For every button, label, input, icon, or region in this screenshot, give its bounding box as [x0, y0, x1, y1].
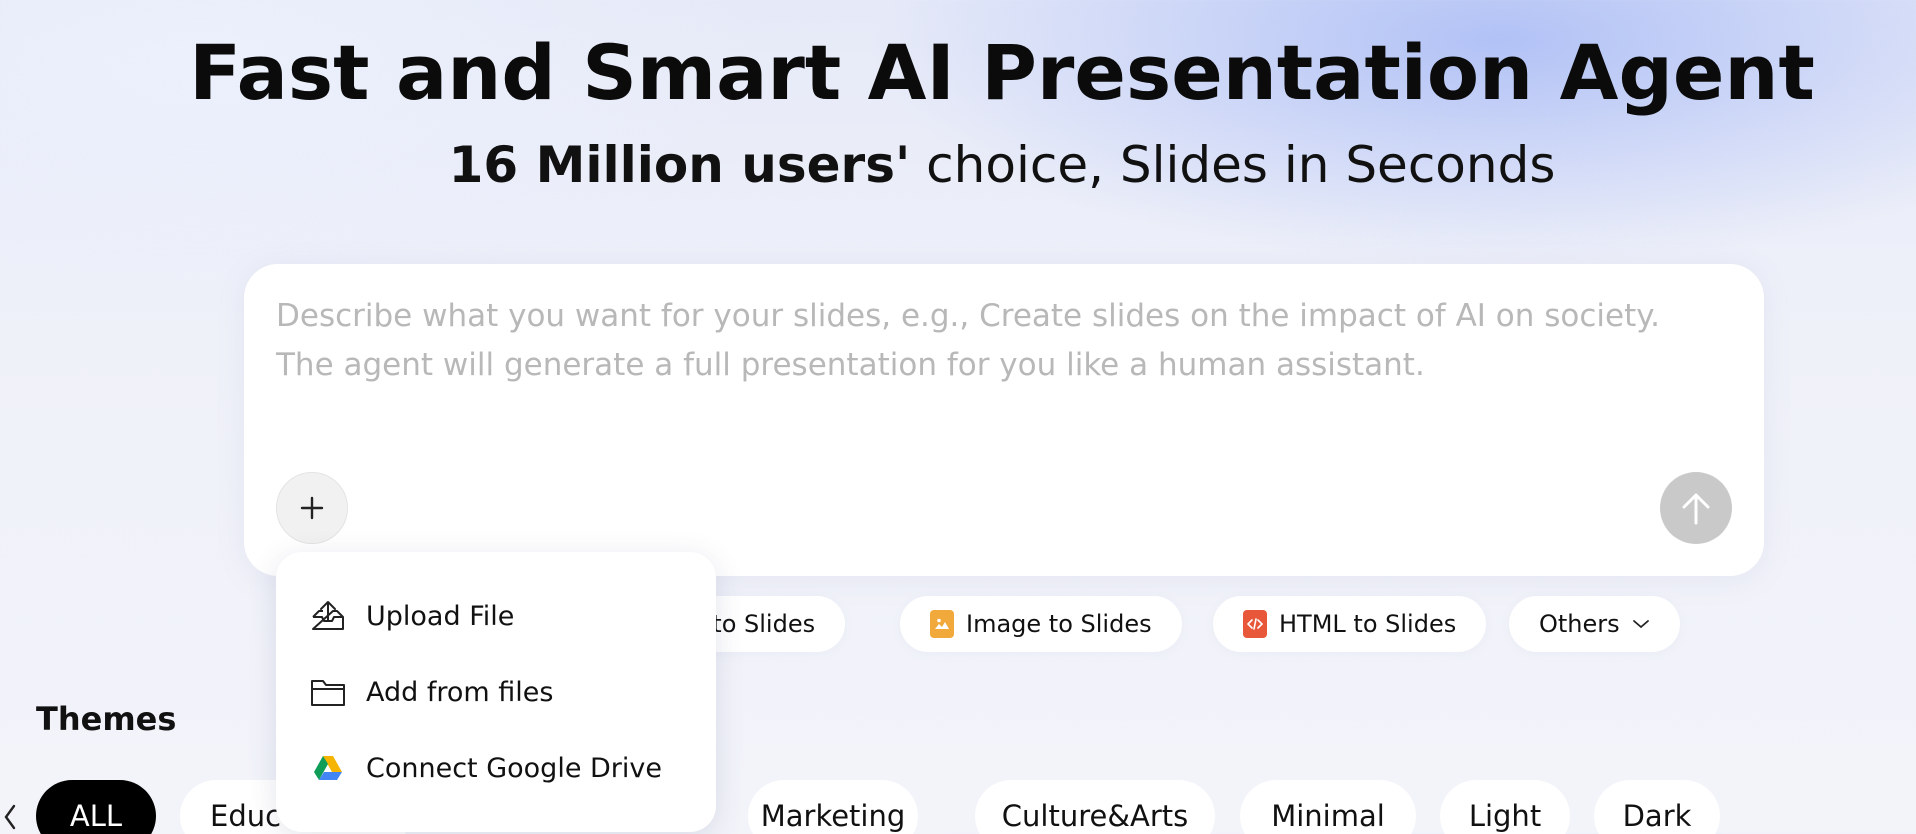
- mode-chip-html-to-slides[interactable]: HTML to Slides: [1213, 596, 1487, 652]
- menu-item-add-from-files[interactable]: Add from files: [310, 668, 553, 716]
- subtitle-rest: choice, Slides in Seconds: [910, 136, 1556, 194]
- mode-chip-label: Others: [1539, 610, 1620, 638]
- upload-menu: Upload File Add from files Connect Googl…: [276, 552, 716, 832]
- mode-chip-others[interactable]: Others: [1509, 596, 1680, 652]
- menu-item-label: Upload File: [366, 600, 515, 632]
- page-subtitle: 16 Million users' choice, Slides in Seco…: [0, 136, 1916, 194]
- subtitle-emphasis: 16 Million users': [448, 136, 911, 194]
- prompt-input[interactable]: [276, 292, 1716, 442]
- code-file-icon: [1243, 610, 1267, 638]
- mode-chip-label: HTML to Slides: [1279, 610, 1457, 638]
- plus-icon: [300, 496, 324, 520]
- theme-filter-all[interactable]: ALL: [36, 780, 156, 834]
- theme-filter-dark[interactable]: Dark: [1594, 780, 1720, 834]
- menu-item-label: Connect Google Drive: [366, 752, 662, 784]
- add-attachment-button[interactable]: [276, 472, 348, 544]
- google-drive-icon: [310, 750, 346, 786]
- send-button[interactable]: [1660, 472, 1732, 544]
- menu-item-upload-file[interactable]: Upload File: [310, 592, 514, 640]
- theme-filter-light[interactable]: Light: [1440, 780, 1570, 834]
- mode-chip-label: Image to Slides: [966, 610, 1152, 638]
- theme-filter-minimal[interactable]: Minimal: [1240, 780, 1416, 834]
- chevron-left-icon[interactable]: [0, 800, 20, 834]
- menu-item-label: Add from files: [366, 676, 554, 708]
- themes-heading: Themes: [36, 700, 177, 738]
- theme-filter-marketing[interactable]: Marketing: [748, 780, 918, 834]
- menu-item-connect-google-drive[interactable]: Connect Google Drive: [310, 744, 662, 792]
- theme-filter-culture-arts[interactable]: Culture&Arts: [975, 780, 1215, 834]
- prompt-card: [244, 264, 1764, 576]
- mode-chip-image-to-slides[interactable]: Image to Slides: [900, 596, 1182, 652]
- image-file-icon: [930, 610, 954, 638]
- page-title: Fast and Smart AI Presentation Agent: [189, 28, 1815, 117]
- chevron-down-icon: [1632, 620, 1649, 629]
- folder-icon: [310, 674, 346, 710]
- arrow-up-icon: [1682, 493, 1710, 525]
- upload-tray-icon: [310, 598, 346, 634]
